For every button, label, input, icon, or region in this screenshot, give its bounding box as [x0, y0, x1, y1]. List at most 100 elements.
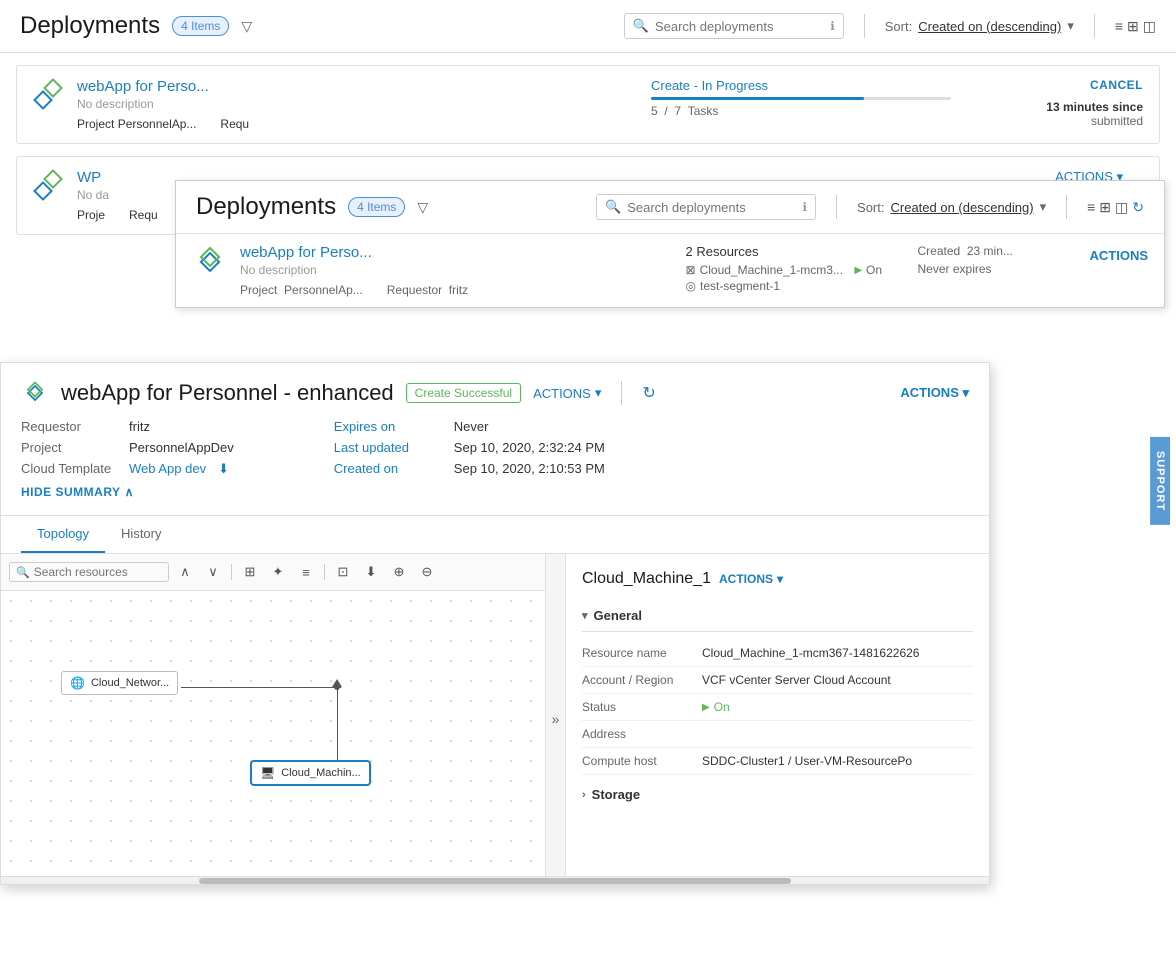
connection-dot — [334, 684, 340, 690]
bg-grid-view-icon[interactable]: ⊞ — [1127, 18, 1139, 35]
tab-topology[interactable]: Topology — [21, 516, 105, 553]
overlay-card-dates: Created 23 min... Never expires — [918, 244, 1078, 276]
overlay-divider — [836, 195, 837, 219]
overlay-title: Deployments — [196, 193, 336, 221]
bg-sort-value[interactable]: Created on (descending) — [918, 19, 1061, 34]
prop-compute-host-val: SDDC-Cluster1 / User-VM-ResourcePo — [702, 754, 973, 768]
general-section-header[interactable]: ▾ General — [582, 600, 973, 632]
detail-actions-chevron: ▾ — [595, 385, 602, 401]
cloud-machine-node[interactable]: 🖥 Cloud_Machin... — [251, 761, 370, 785]
detail-actions-label: ACTIONS — [533, 386, 591, 401]
sort-desc-btn[interactable]: ∨ — [201, 560, 225, 584]
bg-card-1-project-label: Project — [77, 117, 114, 131]
overlay-sort-area: Sort: Created on (descending) ▾ — [857, 199, 1046, 215]
overlay-card-desc: No description — [240, 263, 674, 277]
bg-card-1-cancel-btn[interactable]: CANCEL — [963, 78, 1143, 92]
bg-card-1-tasks-label: Tasks — [688, 104, 719, 118]
storage-section-header[interactable]: › Storage — [582, 779, 973, 810]
bg-search-input[interactable] — [655, 19, 824, 34]
overlay-expires-value: Never expires — [918, 262, 992, 276]
scrollbar-thumb[interactable] — [199, 878, 792, 884]
prop-address: Address — [582, 721, 973, 748]
toolbar-divider-1 — [231, 564, 232, 580]
detail-expires-label: Expires on — [334, 419, 434, 434]
bg-card-1-logo — [33, 78, 65, 110]
bg-card-1-progress-fill — [651, 97, 864, 100]
topology-container: 🔍 ∧ ∨ ⊞ ✦ ≡ ⊡ ⬇ ⊕ ⊖ 🌐 Cloud_Networ.. — [1, 554, 989, 884]
overlay-search-box[interactable]: 🔍 ℹ — [596, 194, 816, 220]
general-collapse-icon: ▾ — [582, 609, 588, 622]
bg-search-box[interactable]: 🔍 ℹ — [624, 13, 844, 39]
zoom-in-btn[interactable]: ⊕ — [387, 560, 411, 584]
overlay-sort-chevron[interactable]: ▾ — [1040, 199, 1047, 215]
detail-title-row: webApp for Personnel - enhanced Create S… — [21, 379, 969, 407]
overlay-requestor-label: Requestor — [387, 283, 442, 297]
detail-template-value[interactable]: Web App dev — [129, 461, 206, 477]
bg-more-view-icon[interactable]: ◫ — [1143, 18, 1156, 35]
list-view-btn[interactable]: ≡ — [294, 560, 318, 584]
overlay-actions-btn[interactable]: ACTIONS — [1090, 244, 1149, 263]
tab-history[interactable]: History — [105, 516, 177, 553]
bg-card-1-title[interactable]: webApp for Perso... — [77, 78, 639, 95]
detail-header: webApp for Personnel - enhanced Create S… — [1, 363, 989, 516]
detail-template-download-icon[interactable]: ⬇ — [218, 461, 229, 477]
overlay-grid-view-icon[interactable]: ⊞ — [1099, 199, 1111, 216]
detail-requestor-row: Requestor fritz — [21, 419, 234, 434]
overlay-search-info-icon: ℹ — [802, 200, 807, 214]
prop-account-region-key: Account / Region — [582, 673, 702, 687]
topology-search-icon: 🔍 — [16, 566, 30, 579]
toolbar-divider-2 — [324, 564, 325, 580]
detail-updated-row: Last updated Sep 10, 2020, 2:32:24 PM — [334, 440, 605, 455]
network-view-btn[interactable]: ✦ — [266, 560, 290, 584]
horizontal-scrollbar[interactable] — [1, 876, 989, 884]
overlay-more-view-icon[interactable]: ◫ — [1115, 199, 1128, 216]
prop-status-text: On — [714, 700, 730, 714]
bg-card-1-tasks-total: 7 — [674, 104, 681, 118]
overlay-card-resources: 2 Resources ⊠ Cloud_Machine_1-mcm3... ▶ … — [686, 244, 906, 293]
bg-filter-icon[interactable]: ▽ — [241, 18, 252, 35]
cloud-machine-icon: 🖥 — [260, 766, 275, 780]
support-tab[interactable]: SUPPORT — [1150, 437, 1170, 525]
topology-search-input[interactable] — [34, 565, 162, 579]
prop-resource-name-val: Cloud_Machine_1-mcm367-1481622626 — [702, 646, 973, 660]
detail-actions-right-btn[interactable]: ACTIONS ▾ — [900, 385, 969, 401]
overlay-sort-value[interactable]: Created on (descending) — [891, 200, 1034, 215]
export-btn[interactable]: ⬇ — [359, 560, 383, 584]
panel-collapse-btn[interactable]: » — [546, 554, 566, 884]
bg-list-view-icon[interactable]: ≡ — [1115, 18, 1123, 34]
overlay-card-wrapper: webApp for Perso... No description Proje… — [176, 234, 1164, 307]
detail-template-row: Cloud Template Web App dev ⬇ — [21, 461, 234, 477]
bg-card-1-progress-bar — [651, 97, 951, 100]
topology-search-box[interactable]: 🔍 — [9, 562, 169, 582]
right-panel-actions-btn[interactable]: ACTIONS ▾ — [719, 572, 783, 586]
overlay-search-input[interactable] — [627, 200, 796, 215]
bg-sort-chevron[interactable]: ▾ — [1067, 18, 1074, 34]
tab-topology-label: Topology — [37, 526, 89, 541]
hide-summary-label: HIDE SUMMARY — [21, 485, 121, 499]
overlay-list-view-icon[interactable]: ≡ — [1087, 199, 1095, 215]
overlay-resource-2-name: test-segment-1 — [700, 279, 780, 293]
bg-card-1-meta: Project PersonnelAp... Requ — [77, 117, 639, 131]
storage-expand-icon: › — [582, 789, 586, 801]
detail-refresh-btn[interactable]: ↻ — [642, 383, 655, 403]
cloud-network-node[interactable]: 🌐 Cloud_Networ... — [61, 671, 178, 695]
prop-account-region-val: VCF vCenter Server Cloud Account — [702, 673, 973, 687]
detail-divider — [621, 381, 622, 405]
topology-canvas: 🌐 Cloud_Networ... 🖥 Cloud_Machin... — [1, 591, 545, 884]
overlay-filter-icon[interactable]: ▽ — [417, 199, 428, 216]
bg-card-1-submitted-1: 13 minutes since — [1046, 100, 1143, 114]
sort-asc-btn[interactable]: ∧ — [173, 560, 197, 584]
detail-actions-btn[interactable]: ACTIONS ▾ — [533, 385, 601, 401]
zoom-out-btn[interactable]: ⊖ — [415, 560, 439, 584]
bg-card-2-logo — [33, 169, 65, 201]
grid-view-btn[interactable]: ⊞ — [238, 560, 262, 584]
overlay-refresh-icon[interactable]: ↻ — [1132, 199, 1144, 216]
hide-summary-btn[interactable]: HIDE SUMMARY ∧ — [21, 485, 134, 499]
detail-created-value: Sep 10, 2020, 2:10:53 PM — [454, 461, 605, 476]
overlay-resources-count: 2 Resources — [686, 244, 906, 259]
fit-btn[interactable]: ⊡ — [331, 560, 355, 584]
overlay-card-title[interactable]: webApp for Perso... — [240, 244, 674, 261]
detail-updated-label: Last updated — [334, 440, 434, 455]
detail-updated-value: Sep 10, 2020, 2:32:24 PM — [454, 440, 605, 455]
bg-card-1-tasks-current: 5 — [651, 104, 658, 118]
